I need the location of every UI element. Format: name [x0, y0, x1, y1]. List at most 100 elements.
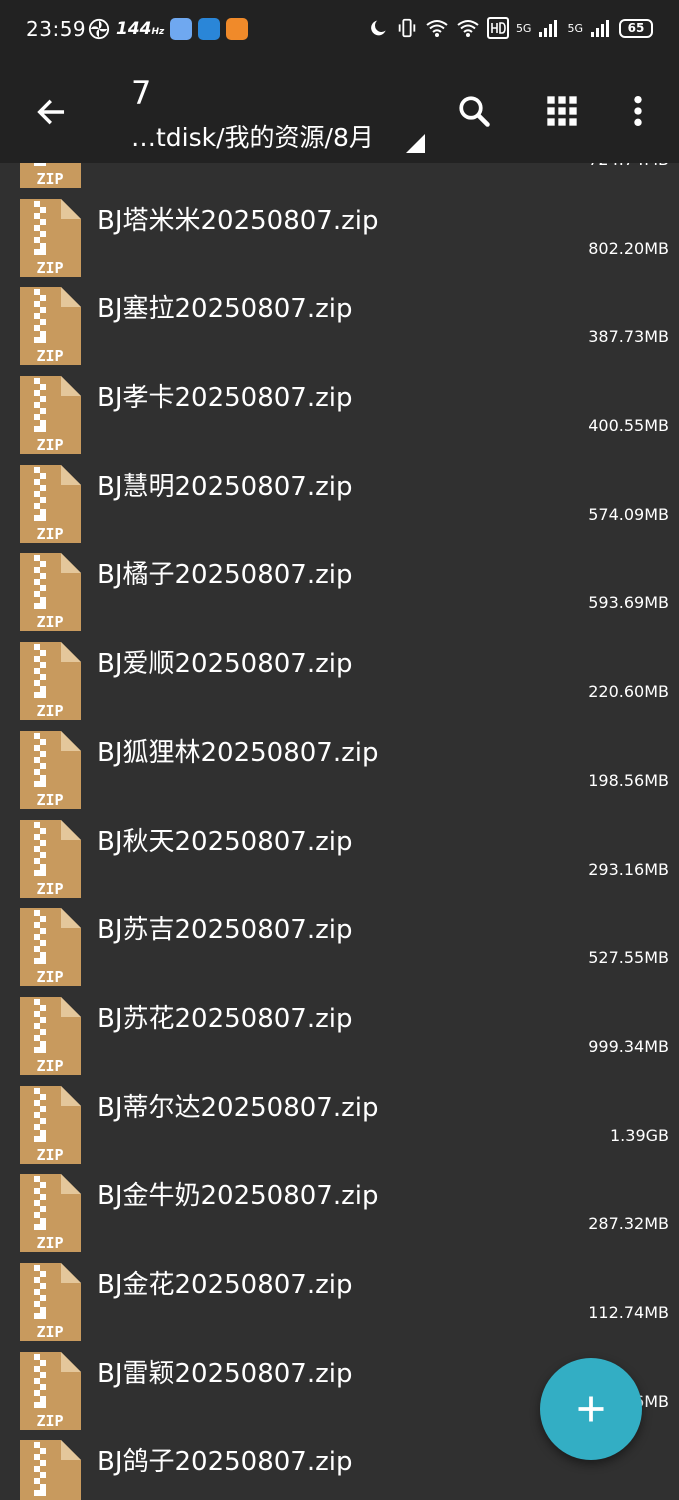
plus-icon	[578, 1396, 604, 1422]
file-row[interactable]: ZIP BJ蒂尔达20250807.zip 1.39GB	[0, 1074, 679, 1164]
file-size: 574.09MB	[588, 504, 669, 524]
status-left-icons: 144Hz	[88, 18, 249, 40]
zip-label: ZIP	[36, 1057, 63, 1075]
file-size: 112.74MB	[588, 1302, 669, 1322]
file-size: 198.56MB	[588, 770, 669, 790]
zip-file-icon: ZIP	[20, 198, 81, 277]
zip-label: ZIP	[36, 613, 63, 631]
file-row[interactable]: ZIP BJ苏吉20250807.zip 527.55MB	[0, 896, 679, 987]
pinwheel-icon	[88, 18, 110, 40]
network-type-2: 5G	[567, 21, 583, 35]
file-row[interactable]: ZIP BJ金牛奶20250807.zip 287.32MB	[0, 1162, 679, 1253]
wifi-icon-2	[457, 20, 479, 37]
file-size: 1.39GB	[610, 1125, 669, 1145]
file-list[interactable]: ZIPBJ世景20250807.zip724.74MBZIPBJ塔米米20250…	[0, 163, 679, 1500]
orange-app-icon	[226, 18, 249, 40]
network-type-1: 5G	[515, 21, 532, 35]
file-name: BJ狐狸林20250807.zip	[97, 737, 379, 768]
signal-icon-2	[591, 20, 609, 37]
add-fab-button[interactable]	[540, 1358, 642, 1460]
zip-label: ZIP	[36, 791, 63, 809]
file-row[interactable]: ZIP BJ慧明20250807.zip 574.09MB	[0, 453, 679, 543]
file-row[interactable]: ZIP BJ苏花20250807.zip 999.34MB	[0, 985, 679, 1075]
file-name: BJ苏吉20250807.zip	[97, 915, 353, 946]
file-size: 287.32MB	[588, 1214, 669, 1234]
zip-file-icon: ZIP	[20, 553, 81, 632]
refresh-rate-unit: Hz	[151, 27, 165, 37]
zip-file-icon: ZIP	[20, 1085, 81, 1164]
app-bar: 7 …tdisk/我的资源/8月	[0, 60, 679, 163]
back-button[interactable]	[26, 87, 76, 137]
zip-file-icon: ZIP	[20, 1262, 81, 1341]
file-size: 724.74MB	[588, 163, 669, 169]
moon-icon	[371, 20, 386, 36]
search-icon	[459, 96, 490, 127]
file-name: BJ塔米米20250807.zip	[97, 205, 379, 236]
file-name: BJ雷颖20250807.zip	[97, 1358, 353, 1389]
zip-label: ZIP	[36, 1323, 63, 1341]
zip-label: ZIP	[36, 1412, 63, 1430]
file-name: BJ爱顺20250807.zip	[97, 649, 353, 680]
more-vert-icon	[634, 95, 642, 127]
file-size: 527.55MB	[588, 948, 669, 968]
path-dropdown-icon[interactable]	[406, 134, 425, 153]
file-name: BJ鸽子20250807.zip	[97, 1447, 353, 1478]
path-breadcrumb[interactable]: …tdisk/我的资源/8月	[131, 118, 374, 154]
zip-label: ZIP	[36, 436, 63, 454]
zip-file-icon: ZIP	[20, 163, 81, 188]
zip-file-icon: ZIP	[20, 730, 81, 809]
zip-file-icon: ZIP	[20, 464, 81, 543]
file-size: 802.20MB	[588, 238, 669, 258]
more-options-button[interactable]	[613, 86, 663, 136]
zip-file-icon: ZIP	[20, 376, 81, 455]
file-row[interactable]: ZIP BJ孝卡20250807.zip 400.55MB	[0, 364, 679, 455]
zip-label: ZIP	[36, 347, 63, 365]
zip-label: ZIP	[36, 1234, 63, 1252]
zip-file-icon: ZIP	[20, 1174, 81, 1253]
cloud-app-icon	[170, 18, 193, 40]
zip-file-icon: ZIP	[20, 1440, 81, 1500]
zip-file-icon: ZIP	[20, 908, 81, 987]
file-size: 293.16MB	[588, 859, 669, 879]
refresh-rate-value: 144	[116, 19, 152, 39]
file-row[interactable]: ZIP BJ金花20250807.zip 112.74MB	[0, 1251, 679, 1341]
file-row[interactable]: ZIP BJ爱顺20250807.zip 220.60MB	[0, 630, 679, 721]
refresh-rate: 144Hz	[116, 19, 164, 39]
status-time: 23:59	[26, 17, 87, 41]
file-row[interactable]: ZIP BJ塞拉20250807.zip 387.73MB	[0, 275, 679, 366]
file-row[interactable]: ZIPBJ世景20250807.zip724.74MB	[0, 163, 679, 188]
arrow-left-icon	[37, 99, 65, 125]
blue-app-icon	[198, 18, 221, 40]
zip-file-icon: ZIP	[20, 996, 81, 1075]
file-name: BJ苏花20250807.zip	[97, 1003, 353, 1034]
search-button[interactable]	[449, 86, 499, 136]
file-row[interactable]: ZIP BJ秋天20250807.zip 293.16MB	[0, 808, 679, 898]
zip-label: ZIP	[36, 525, 63, 543]
folder-title: 7	[131, 74, 152, 112]
status-bar: 23:59 144Hz 5G 5G 65	[0, 0, 679, 60]
file-name: BJ秋天20250807.zip	[97, 826, 353, 857]
zip-label: ZIP	[36, 170, 63, 188]
file-row[interactable]: ZIP BJ橘子20250807.zip 593.69MB	[0, 541, 679, 632]
file-name: BJ慧明20250807.zip	[97, 471, 353, 502]
zip-label: ZIP	[36, 702, 63, 720]
zip-file-icon: ZIP	[20, 642, 81, 721]
file-row[interactable]: ZIP BJ狐狸林20250807.zip 198.56MB	[0, 719, 679, 809]
wifi-icon	[426, 20, 448, 37]
file-name: BJ孝卡20250807.zip	[97, 383, 353, 414]
file-name: BJ金花20250807.zip	[97, 1269, 353, 1300]
grid-view-icon	[547, 96, 577, 126]
file-size: 400.55MB	[588, 416, 669, 436]
hd-icon	[486, 17, 509, 39]
file-name: BJ塞拉20250807.zip	[97, 294, 353, 325]
file-size: 999.34MB	[588, 1036, 669, 1056]
file-row[interactable]: ZIP BJ塔米米20250807.zip 802.20MB	[0, 187, 679, 277]
zip-file-icon: ZIP	[20, 819, 81, 898]
signal-icon-1	[539, 20, 558, 37]
file-size: 593.69MB	[588, 593, 669, 613]
file-name: BJ金牛奶20250807.zip	[97, 1181, 379, 1212]
zip-label: ZIP	[36, 1146, 63, 1164]
grid-view-button[interactable]	[537, 86, 587, 136]
battery-indicator: 65	[619, 18, 653, 38]
file-name: BJ橘子20250807.zip	[97, 560, 353, 591]
